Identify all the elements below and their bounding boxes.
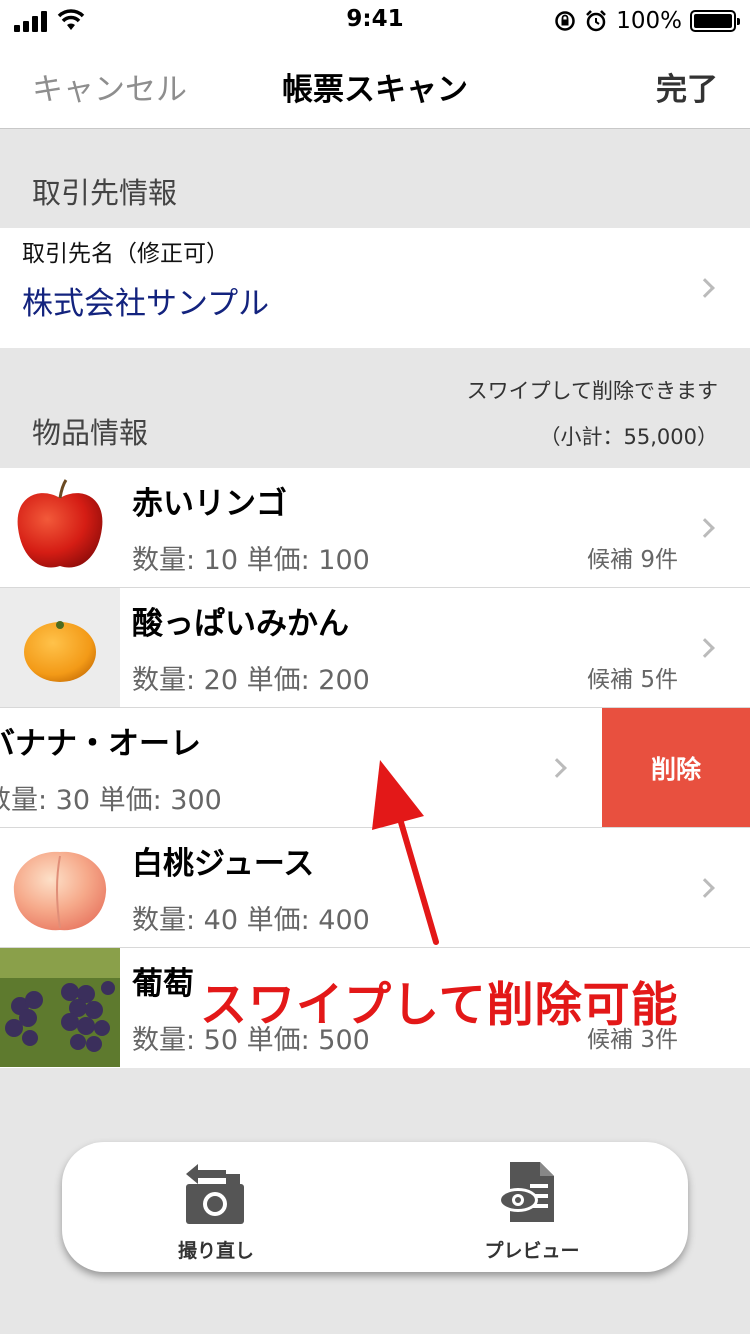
bottom-toolbar: 撮り直し プレビュー (62, 1142, 688, 1272)
navigation-bar: キャンセル 帳票スキャン 完了 (0, 44, 750, 129)
item-name: バナナ・オーレ (0, 726, 201, 762)
chevron-right-icon (695, 518, 715, 538)
item-detail: 数量: 10 単価: 100 (132, 545, 370, 576)
item-detail: 数量: 20 単価: 200 (132, 665, 370, 696)
done-button[interactable]: 完了 (656, 64, 718, 109)
client-name-row[interactable]: 取引先名（修正可） 株式会社サンプル (0, 228, 750, 348)
apple-image (0, 468, 120, 587)
rotation-lock-icon (555, 11, 575, 31)
item-name: 赤いリンゴ (132, 486, 287, 522)
item-name: 酸っぱいみかん (132, 606, 349, 642)
retake-button[interactable]: 撮り直し (136, 1160, 296, 1262)
client-section-header: 取引先情報 (0, 130, 750, 228)
alarm-icon (586, 10, 607, 32)
chevron-right-icon (695, 878, 715, 898)
status-bar: 9:41 100% (0, 0, 750, 44)
client-name-value: 株式会社サンプル (22, 286, 270, 322)
swipe-annotation: スワイプして削除可能 (200, 978, 679, 1033)
client-section-title: 取引先情報 (32, 176, 178, 210)
chevron-right-icon (547, 758, 567, 778)
cancel-button[interactable]: キャンセル (32, 64, 187, 109)
chevron-right-icon (695, 638, 715, 658)
retake-label: 撮り直し (177, 1240, 254, 1262)
delete-button[interactable]: 削除 (602, 708, 750, 827)
battery-percentage: 100% (616, 8, 682, 34)
preview-button[interactable]: プレビュー (452, 1160, 612, 1262)
battery-icon (690, 10, 740, 32)
item-name: 白桃ジュース (132, 846, 315, 882)
retake-camera-icon (186, 1164, 244, 1224)
item-candidates: 候補 5件 (587, 667, 678, 693)
list-item[interactable]: 赤いリンゴ 数量: 10 単価: 100 候補 9件 (0, 468, 750, 588)
item-candidates: 候補 9件 (587, 547, 678, 573)
client-name-label: 取引先名（修正可） (22, 241, 229, 267)
preview-label: プレビュー (484, 1240, 580, 1262)
peach-image (0, 828, 120, 947)
item-detail: 数量: 40 単価: 400 (132, 905, 370, 936)
swipe-hint: スワイプして削除できます (466, 379, 718, 403)
item-detail: 数量: 30 単価: 300 (0, 785, 222, 816)
grape-image (0, 948, 120, 1067)
mandarin-image (0, 588, 120, 707)
chevron-right-icon (695, 278, 715, 298)
items-section-header: 物品情報 スワイプして削除できます （小計：55,000） (0, 348, 750, 468)
list-item[interactable]: 酸っぱいみかん 数量: 20 単価: 200 候補 5件 (0, 588, 750, 708)
annotation-arrow (372, 760, 439, 945)
preview-document-eye-icon (498, 1162, 554, 1222)
item-name: 葡萄 (132, 966, 194, 1002)
items-section-title: 物品情報 (32, 416, 149, 450)
subtotal: （小計：55,000） (539, 425, 718, 449)
